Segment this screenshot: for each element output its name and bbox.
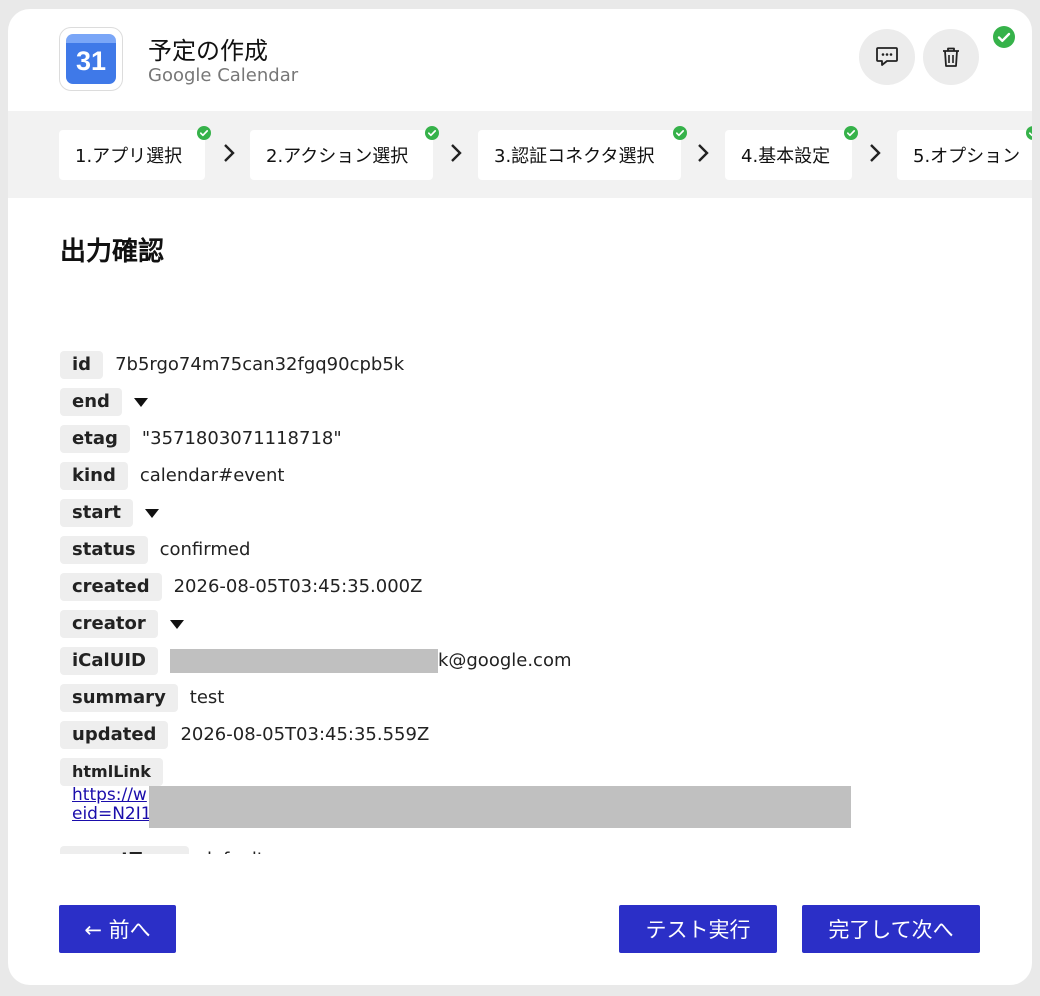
output-key[interactable]: etag: [60, 425, 130, 453]
output-key[interactable]: status: [60, 536, 148, 564]
comment-icon: [876, 47, 898, 66]
page-title: 予定の作成: [148, 37, 268, 65]
output-key[interactable]: start: [60, 499, 133, 527]
output-key[interactable]: eventType: [60, 846, 189, 854]
redacted-block: [149, 786, 851, 828]
redacted-block: [169, 649, 438, 673]
output-key[interactable]: htmlLink: [60, 758, 163, 786]
html-link-continued[interactable]: eid=N2I1: [72, 804, 152, 824]
output-row-kind: kind calendar#event: [60, 460, 1000, 497]
chevron-right-icon: [224, 144, 235, 162]
output-row-htmllink: htmlLink https://w eid=N2I1: [60, 756, 1000, 844]
step-label: 1.アプリ選択: [75, 146, 183, 167]
output-key[interactable]: end: [60, 388, 122, 416]
step-options[interactable]: 5.オプション: [897, 126, 1032, 180]
trash-icon: [943, 47, 959, 67]
step-done-check-icon: [673, 126, 687, 140]
expand-triangle-icon[interactable]: [144, 509, 159, 518]
output-row-creator[interactable]: creator: [60, 608, 1000, 645]
output-row-status: status confirmed: [60, 534, 1000, 571]
html-link[interactable]: https://w: [72, 785, 147, 805]
chevron-right-icon: [451, 144, 462, 162]
output-value: 7b5rgo74m75can32fgq90cpb5k: [115, 354, 405, 375]
output-row-icaluid: iCalUID k@google.com: [60, 645, 1000, 682]
google-calendar-app-icon: 31: [59, 27, 123, 91]
expand-triangle-icon[interactable]: [169, 620, 184, 629]
chevron-right-icon: [870, 144, 881, 162]
expand-triangle-icon[interactable]: [133, 398, 148, 407]
calendar-icon: 31: [66, 34, 116, 84]
output-value: confirmed: [159, 539, 251, 560]
output-value-suffix: k@google.com: [437, 650, 572, 671]
completed-check-icon: [993, 26, 1015, 48]
step-navigation: 1.アプリ選択 2.アクション選択 3.認証コネクタ選択 4.基本設定 5.オプ…: [8, 111, 1032, 198]
output-row-end[interactable]: end: [60, 386, 1000, 423]
output-row-updated: updated 2026-08-05T03:45:35.559Z: [60, 719, 1000, 756]
step-app-select[interactable]: 1.アプリ選択: [59, 126, 211, 180]
step-done-check-icon: [425, 126, 439, 140]
step-label: 3.認証コネクタ選択: [494, 146, 655, 167]
output-value: "3571803071118718": [141, 428, 342, 449]
step-action-select[interactable]: 2.アクション選択: [250, 126, 439, 180]
section-title: 出力確認: [60, 237, 165, 267]
output-key[interactable]: summary: [60, 684, 178, 712]
output-value: default: [201, 844, 264, 854]
output-row-created: created 2026-08-05T03:45:35.000Z: [60, 571, 1000, 608]
output-key[interactable]: created: [60, 573, 162, 601]
output-value: test: [189, 687, 225, 708]
prev-button[interactable]: ← 前へ: [59, 905, 176, 953]
output-row-etag: etag "3571803071118718": [60, 423, 1000, 460]
output-row-eventtype: eventType default: [60, 844, 1000, 854]
step-connector-select[interactable]: 3.認証コネクタ選択: [478, 126, 687, 180]
output-row-id: id 7b5rgo74m75can32fgq90cpb5k: [60, 349, 1000, 386]
output-value: 2026-08-05T03:45:35.000Z: [173, 576, 423, 597]
output-value: 2026-08-05T03:45:35.559Z: [180, 724, 430, 745]
output-key[interactable]: updated: [60, 721, 169, 749]
output-key[interactable]: kind: [60, 462, 128, 490]
output-row-summary: summary test: [60, 682, 1000, 719]
output-key[interactable]: iCalUID: [60, 647, 158, 675]
step-done-check-icon: [1026, 126, 1032, 140]
output-row-start[interactable]: start: [60, 497, 1000, 534]
step-basic-settings[interactable]: 4.基本設定: [725, 126, 858, 180]
step-label: 2.アクション選択: [266, 146, 409, 167]
step-label: 4.基本設定: [741, 146, 831, 167]
output-value: calendar#event: [139, 465, 285, 486]
output-key[interactable]: creator: [60, 610, 158, 638]
app-name: Google Calendar: [148, 65, 299, 86]
chevron-right-icon: [698, 144, 709, 162]
step-label: 5.オプション: [913, 146, 1021, 167]
step-editor-card: 31 予定の作成 Google Calendar 1.アプリ選択 2.アクション…: [8, 9, 1032, 985]
output-value: k@google.com: [169, 645, 572, 677]
delete-button[interactable]: [923, 29, 979, 85]
test-run-button[interactable]: テスト実行: [619, 905, 777, 953]
comment-button[interactable]: [859, 29, 915, 85]
output-key[interactable]: id: [60, 351, 104, 379]
complete-next-button[interactable]: 完了して次へ: [802, 905, 980, 953]
output-tree[interactable]: id 7b5rgo74m75can32fgq90cpb5k end etag "…: [60, 349, 1000, 854]
step-done-check-icon: [197, 126, 211, 140]
step-done-check-icon: [844, 126, 858, 140]
